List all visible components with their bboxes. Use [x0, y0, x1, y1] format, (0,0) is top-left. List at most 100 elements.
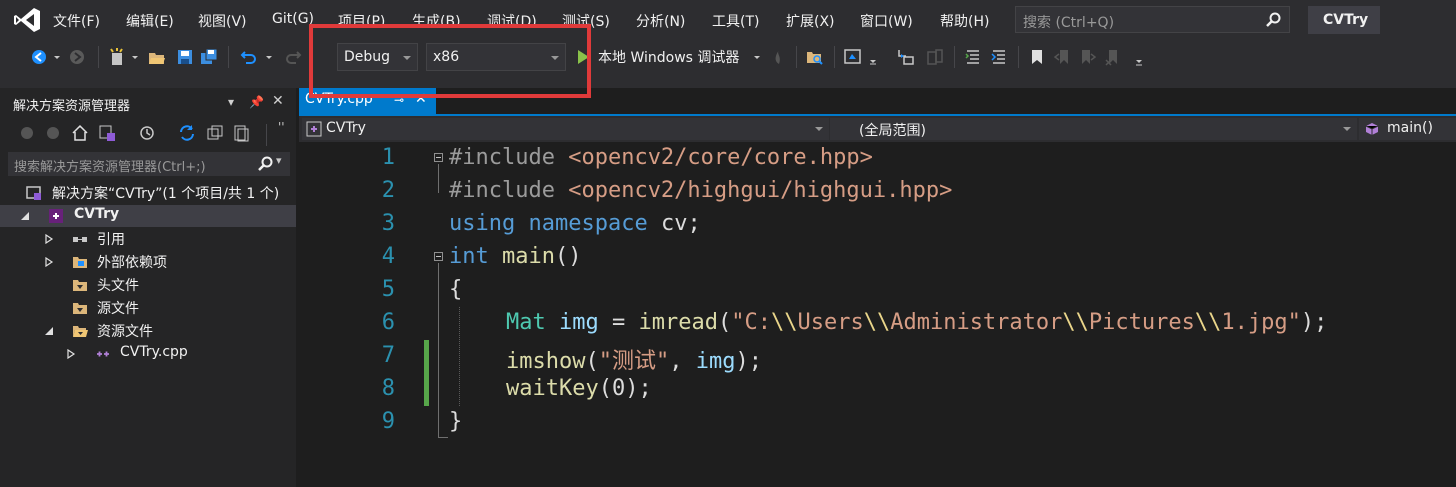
step-over-icon[interactable]	[926, 48, 944, 66]
tree-item-resource-files[interactable]: 资源文件	[0, 320, 296, 342]
collapsed-triangle-icon[interactable]	[44, 257, 54, 267]
tree-item-solution[interactable]: 解决方案“CVTry”(1 个项目/共 1 个)	[0, 182, 296, 204]
menu-project[interactable]: 项目(P)	[338, 11, 385, 31]
redo-icon[interactable]	[284, 48, 302, 66]
browser-dropdown-icon[interactable]	[868, 48, 878, 66]
menu-debug[interactable]: 调试(D)	[487, 11, 537, 31]
punctuation: (	[598, 376, 612, 401]
switch-views-icon[interactable]	[98, 124, 116, 142]
navigate-forward-icon[interactable]	[68, 48, 86, 66]
expanded-triangle-icon[interactable]	[44, 326, 54, 336]
solution-platform-dropdown[interactable]: x86	[426, 43, 566, 71]
collapsed-triangle-icon[interactable]	[44, 234, 54, 244]
step-into-icon[interactable]	[896, 48, 914, 66]
menu-test[interactable]: 测试(S)	[562, 11, 610, 31]
clear-bookmarks-icon[interactable]	[1104, 48, 1122, 66]
menu-edit[interactable]: 编辑(E)	[126, 11, 174, 31]
window-position-menu-icon[interactable]: ▾	[228, 95, 234, 109]
pending-changes-filter-icon[interactable]	[138, 124, 156, 142]
close-icon[interactable]: ✕	[272, 93, 284, 109]
string-literal: 1.jpg"	[1221, 310, 1301, 335]
close-tab-icon[interactable]: ✕	[415, 91, 427, 107]
hot-reload-icon[interactable]	[770, 48, 788, 66]
save-icon[interactable]	[176, 48, 194, 66]
keyword: using	[449, 211, 516, 236]
new-project-icon[interactable]	[108, 48, 126, 66]
string-literal: Users	[797, 310, 864, 335]
visual-studio-logo-icon[interactable]	[12, 6, 42, 34]
menu-window[interactable]: 窗口(W)	[860, 11, 913, 31]
menu-tools[interactable]: 工具(T)	[712, 11, 759, 31]
solution-explorer-titlebar: 解决方案资源管理器 ▾ 📌 ✕	[0, 92, 296, 114]
find-in-files-icon[interactable]	[806, 48, 824, 66]
start-debugging-icon[interactable]	[578, 50, 589, 64]
type-name: Mat	[506, 310, 546, 335]
tree-item-header-files[interactable]: 头文件	[0, 274, 296, 296]
undo-icon[interactable]	[240, 48, 258, 66]
code-view[interactable]: 1 #include <opencv2/core/core.hpp> 2 #in…	[299, 142, 1456, 487]
sync-icon[interactable]	[178, 124, 196, 142]
tree-item-references[interactable]: 引用	[0, 228, 296, 250]
preprocessor-directive: #include	[449, 178, 555, 203]
solution-configuration-dropdown[interactable]: Debug	[337, 43, 418, 71]
menu-build[interactable]: 生成(B)	[412, 11, 461, 31]
line-number: 4	[381, 244, 395, 269]
menu-help[interactable]: 帮助(H)	[940, 11, 989, 31]
menu-extensions[interactable]: 扩展(X)	[786, 11, 835, 31]
navigate-back-icon[interactable]	[30, 48, 48, 66]
toolbar-overflow-icon[interactable]: ''	[278, 120, 285, 134]
next-bookmark-icon[interactable]	[1078, 48, 1096, 66]
cpp-file-icon	[97, 351, 109, 357]
solution-search-placeholder: 搜索解决方案资源管理器(Ctrl+;)	[14, 160, 206, 175]
include-path: <opencv2/highgui/highgui.hpp>	[568, 178, 953, 203]
code-line: 5 {	[299, 274, 1456, 307]
pin-icon[interactable]: 📌	[249, 95, 264, 109]
solution-name: CVTry	[1323, 12, 1369, 28]
menu-file[interactable]: 文件(F)	[53, 11, 100, 31]
back-icon[interactable]	[18, 124, 36, 142]
tree-item-external-dependencies[interactable]: 外部依赖项	[0, 251, 296, 273]
code-line: 7 imshow("测试", img);	[299, 340, 1456, 374]
code-line: 1 #include <opencv2/core/core.hpp>	[299, 142, 1456, 175]
pin-tab-icon[interactable]: ⊸	[394, 93, 404, 107]
undo-dropdown-icon[interactable]	[264, 48, 274, 66]
home-icon[interactable]	[71, 124, 89, 142]
previous-bookmark-icon[interactable]	[1054, 48, 1072, 66]
new-project-dropdown-icon[interactable]	[130, 48, 140, 66]
global-search-box[interactable]: 搜索 (Ctrl+Q)	[1015, 6, 1290, 33]
back-dropdown-icon[interactable]	[52, 48, 62, 66]
string-literal: Administrator	[890, 310, 1063, 335]
show-all-files-icon[interactable]	[232, 124, 250, 142]
tree-item-source-files[interactable]: 源文件	[0, 297, 296, 319]
expanded-triangle-icon[interactable]	[20, 211, 30, 221]
code-text: using namespace cv;	[449, 211, 701, 236]
collapse-all-icon[interactable]	[206, 124, 224, 142]
solution-search-input[interactable]: 搜索解决方案资源管理器(Ctrl+;) ▾	[8, 152, 290, 176]
forward-icon[interactable]	[44, 124, 62, 142]
debugger-dropdown-icon[interactable]	[752, 48, 762, 66]
document-tab-cvtry-cpp[interactable]: CVTry.cpp ⊸ ✕	[299, 88, 436, 114]
comment-lines-icon[interactable]	[964, 48, 982, 66]
collapse-region-icon[interactable]	[434, 153, 443, 162]
browser-link-icon[interactable]	[844, 48, 862, 66]
start-debugging-button[interactable]: 本地 Windows 调试器	[598, 47, 739, 67]
menu-analyze[interactable]: 分析(N)	[636, 11, 685, 31]
menu-view[interactable]: 视图(V)	[198, 11, 247, 31]
project-dropdown[interactable]: CVTry	[302, 118, 829, 140]
variable-name: img	[559, 310, 599, 335]
tree-item-project-cvtry[interactable]: CVTry	[0, 205, 296, 227]
toolbar-options-icon[interactable]	[1134, 48, 1144, 66]
collapsed-triangle-icon[interactable]	[66, 349, 76, 359]
member-dropdown[interactable]: main()	[1359, 118, 1456, 140]
collapse-region-icon[interactable]	[434, 252, 443, 261]
open-folder-icon[interactable]	[148, 48, 166, 66]
tree-item-cvtry-cpp[interactable]: CVTry.cpp	[0, 343, 296, 365]
uncomment-lines-icon[interactable]	[990, 48, 1008, 66]
line-number: 1	[381, 145, 395, 170]
scope-dropdown[interactable]: (全局范围)	[830, 118, 1357, 140]
save-all-icon[interactable]	[200, 48, 218, 66]
search-options-chevron-icon[interactable]: ▾	[276, 154, 282, 167]
bookmark-icon[interactable]	[1028, 48, 1046, 66]
menu-git[interactable]: Git(G)	[272, 11, 314, 27]
function-name: imread	[638, 310, 718, 335]
